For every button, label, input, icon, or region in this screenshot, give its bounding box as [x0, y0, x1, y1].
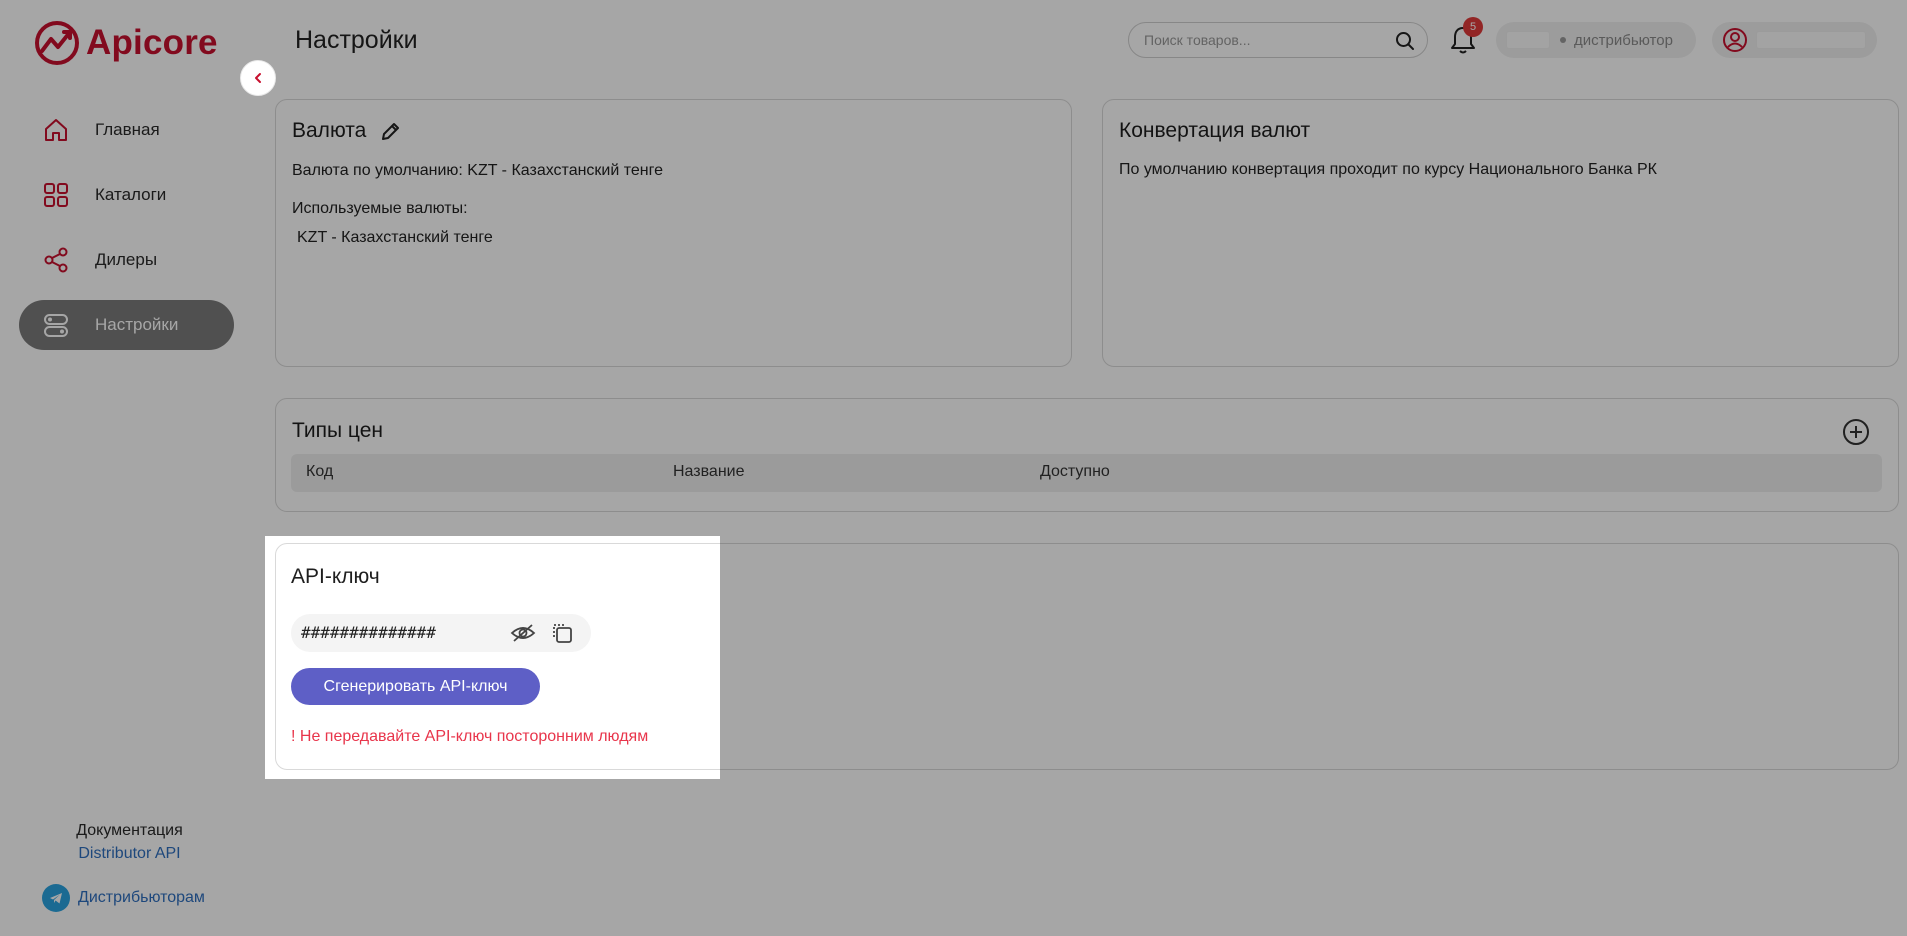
pencil-edit-icon[interactable] [379, 121, 401, 143]
sidebar-item-dealers[interactable]: Дилеры [19, 235, 234, 285]
column-header-name: Название [673, 463, 745, 480]
search-box [1128, 22, 1428, 58]
default-currency-text: Валюта по умолчанию: KZT - Казахстанский… [292, 162, 664, 179]
apicore-logo-icon [35, 21, 79, 65]
separator-dot [1560, 37, 1566, 43]
sidebar-item-settings[interactable]: Настройки [19, 300, 234, 350]
user-avatar-icon [1723, 28, 1747, 52]
user-menu[interactable] [1712, 22, 1877, 58]
column-header-code: Код [306, 463, 334, 480]
share-icon [41, 245, 71, 275]
brand-name: Apicore [86, 23, 218, 62]
page-title: Настройки [295, 26, 418, 54]
brand-logo[interactable]: Apicore [34, 20, 218, 66]
used-currencies-title: Используемые валюты: [292, 200, 468, 217]
sidebar-item-catalogs[interactable]: Каталоги [19, 170, 234, 220]
api-key-field: ############## [291, 614, 591, 652]
sidebar-item-home[interactable]: Главная [19, 105, 234, 155]
conversion-card-text: По умолчанию конвертация проходит по кур… [1119, 161, 1657, 178]
telegram-label: Дистрибьюторам [78, 889, 205, 906]
redacted-user-email [1756, 31, 1866, 49]
docs-section: Документация Distributor API [0, 822, 259, 863]
eye-slash-icon[interactable] [510, 622, 536, 644]
currency-card-title: Валюта [292, 119, 367, 142]
notification-badge: 5 [1463, 17, 1483, 37]
copy-icon[interactable] [551, 622, 573, 644]
search-input[interactable] [1144, 23, 1384, 57]
chevron-left-icon [255, 73, 261, 83]
used-currency-item: KZT - Казахстанский тенге [297, 229, 493, 246]
sidebar-item-label: Дилеры [95, 250, 158, 269]
docs-title: Документация [76, 822, 183, 839]
sidebar: Apicore Главная Каталоги Дилеры Настройк… [0, 0, 259, 936]
telegram-icon [42, 884, 70, 912]
generate-api-key-button[interactable]: Сгенерировать API-ключ [291, 668, 540, 705]
price-types-title: Типы цен [292, 419, 384, 442]
api-key-title: API-ключ [291, 565, 380, 588]
redacted-company-name [1506, 31, 1550, 49]
conversion-card-title: Конвертация валют [1119, 119, 1311, 142]
sidebar-item-label: Главная [95, 120, 160, 139]
distributor-api-link[interactable]: Distributor API [78, 845, 180, 863]
column-header-available: Доступно [1040, 463, 1110, 480]
grid-icon [41, 180, 71, 210]
sidebar-item-label: Настройки [95, 315, 179, 334]
focus-overlay-bottom [0, 779, 1907, 936]
collapse-sidebar-button[interactable] [240, 60, 276, 96]
price-types-table-header: Код Название Доступно [291, 454, 1882, 492]
company-role-pill[interactable]: дистрибьютор [1496, 22, 1696, 58]
api-key-value[interactable]: ############## [301, 623, 436, 642]
role-label: дистрибьютор [1574, 31, 1673, 49]
sidebar-nav: Главная Каталоги Дилеры Настройки [19, 105, 234, 365]
add-circle-icon[interactable] [1842, 418, 1870, 446]
toggle-settings-icon [41, 310, 71, 340]
sidebar-item-label: Каталоги [95, 185, 167, 204]
api-key-warning: ! Не передавайте API-ключ посторонним лю… [291, 728, 649, 745]
home-icon [41, 115, 71, 145]
telegram-link[interactable]: Дистрибьюторам [42, 884, 205, 912]
search-icon[interactable] [1395, 31, 1415, 51]
